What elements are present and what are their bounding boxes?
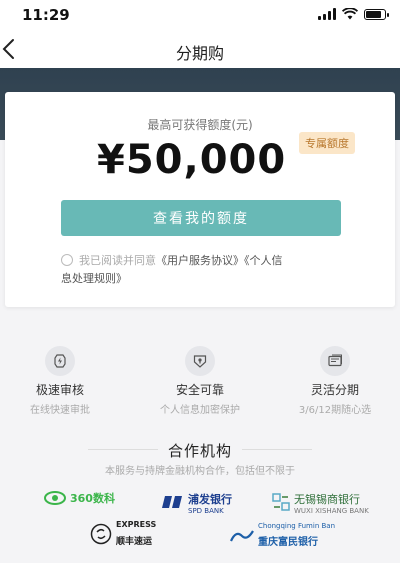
- logo-sf-text: 顺丰速运: [116, 537, 153, 547]
- page-title: 分期购: [175, 44, 224, 63]
- card-icon: [320, 346, 350, 376]
- partner-logo-spdb: 浦发银行 SPD BANK: [162, 488, 232, 515]
- feature-subtitle: 3/6/12期随心选: [298, 405, 372, 416]
- logo-spdb-text: 浦发银行: [188, 493, 232, 506]
- nav-bar: 分期购: [0, 30, 400, 68]
- feature-flexible-installment: 灵活分期 3/6/12期随心选: [275, 346, 395, 416]
- privacy-rules-link[interactable]: 《个人信: [244, 254, 283, 267]
- logo-sf-sub: EXPRESS: [116, 520, 157, 529]
- feature-subtitle: 在线快速审批: [30, 405, 90, 416]
- logo-360-text: 360数科: [70, 492, 115, 505]
- feature-secure: 安全可靠 个人信息加密保护: [140, 346, 260, 416]
- divider-right: [242, 449, 312, 450]
- agreement-row: 我已阅读并同意《用户服务协议》《个人信 息处理规则》: [61, 252, 361, 288]
- feature-title: 极速审核: [35, 383, 84, 397]
- feature-fast-review: 极速审核 在线快速审批: [0, 346, 120, 416]
- partner-logo-fumin: Chongqing Fumin Ban 重庆富民银行: [230, 522, 335, 549]
- partner-logo-360: 360数科: [44, 490, 115, 506]
- user-agreement-link[interactable]: 《用户服务协议》: [156, 254, 244, 267]
- agreement-checkbox[interactable]: [61, 254, 73, 266]
- lightning-icon: [45, 346, 75, 376]
- agreement-prefix: 我已阅读并同意: [79, 254, 156, 267]
- exclusive-limit-badge: 专属额度: [299, 132, 355, 154]
- logo-spdb-icon: [162, 495, 182, 508]
- limit-label: 最高可获得额度(元): [147, 118, 253, 132]
- status-bar: 11:29: [0, 0, 400, 30]
- partner-logo-xishang: 无锡锡商银行 WUXI XISHANG BANK: [272, 488, 369, 515]
- logo-fumin-text: 重庆富民银行: [258, 537, 318, 548]
- limit-card: 最高可获得额度(元) ¥50,000 专属额度 查看我的额度 我已阅读并同意《用…: [5, 92, 395, 307]
- check-limit-button[interactable]: 查看我的额度: [61, 200, 341, 236]
- status-icons: [318, 8, 389, 20]
- partners-subtitle: 本服务与持牌金融机构合作，包括但不限于: [105, 466, 295, 477]
- partners-title: 合作机构: [167, 442, 232, 460]
- feature-subtitle: 个人信息加密保护: [160, 405, 240, 416]
- logo-xishang-textblock: 无锡锡商银行 WUXI XISHANG BANK: [294, 488, 369, 515]
- limit-amount: ¥50,000: [97, 137, 287, 183]
- shield-icon: [185, 346, 215, 376]
- logo-sf-textblock: EXPRESS 顺丰速运: [116, 520, 156, 548]
- logo-spdb-sub: SPD BANK: [188, 507, 224, 515]
- logo-spdb-textblock: 浦发银行 SPD BANK: [188, 488, 232, 515]
- logo-xishang-icon: [272, 492, 290, 511]
- signal-icon: [318, 8, 336, 20]
- status-time: 11:29: [22, 6, 70, 24]
- battery-icon: [364, 8, 389, 20]
- features-row: 极速审核 在线快速审批 安全可靠 个人信息加密保护 灵活分期 3/6/12期随心…: [0, 346, 400, 416]
- wifi-icon: [342, 8, 358, 20]
- logo-fumin-icon: [230, 529, 254, 541]
- logo-xishang-text: 无锡锡商银行: [294, 493, 360, 506]
- feature-title: 灵活分期: [310, 383, 359, 397]
- logo-xishang-sub: WUXI XISHANG BANK: [294, 507, 369, 515]
- logo-sf-icon: [90, 523, 112, 545]
- partner-logo-sf: EXPRESS 顺丰速运: [90, 520, 156, 548]
- logo-360-icon: [44, 491, 66, 505]
- privacy-rules-link-cont[interactable]: 息处理规则》: [61, 270, 361, 288]
- logo-fumin-sub: Chongqing Fumin Ban: [258, 522, 336, 530]
- logo-fumin-textblock: Chongqing Fumin Ban 重庆富民银行: [258, 522, 335, 549]
- feature-title: 安全可靠: [175, 383, 224, 397]
